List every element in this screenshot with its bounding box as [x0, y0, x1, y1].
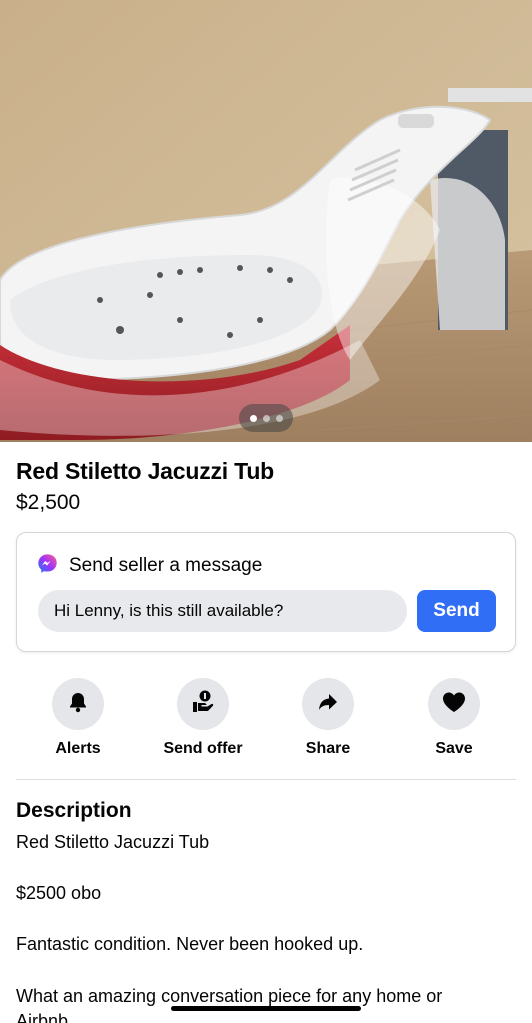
alerts-label: Alerts [55, 740, 101, 757]
send-offer-button[interactable]: Send offer [148, 678, 258, 758]
message-input[interactable]: Hi Lenny, is this still available? [38, 590, 407, 632]
alerts-button[interactable]: Alerts [23, 678, 133, 758]
listing-photo[interactable] [0, 0, 532, 442]
send-offer-label: Send offer [163, 740, 243, 757]
send-offer-circle[interactable] [177, 678, 229, 730]
action-row: Alerts Send offer Share Save [0, 678, 532, 762]
share-button[interactable]: Share [273, 678, 383, 758]
save-button[interactable]: Save [399, 678, 509, 758]
heart-icon [441, 690, 467, 719]
listing-title: Red Stiletto Jacuzzi Tub [16, 458, 275, 484]
alerts-circle[interactable] [52, 678, 104, 730]
image-pager[interactable] [239, 404, 293, 432]
pager-dot[interactable] [275, 414, 283, 422]
pager-dot[interactable] [262, 414, 270, 422]
home-indicator[interactable] [171, 1006, 361, 1011]
share-circle[interactable] [302, 678, 354, 730]
description-line: Fantastic condition. Never been hooked u… [16, 934, 364, 954]
description-line: What an amazing conversation piece for a… [16, 986, 443, 1006]
bell-icon [66, 690, 90, 719]
share-arrow-icon [316, 690, 340, 719]
save-label: Save [435, 740, 473, 757]
message-card-title: Send seller a message [69, 555, 263, 576]
divider [16, 779, 516, 780]
description-line: Airbnb [16, 1011, 69, 1023]
messenger-icon [37, 553, 58, 579]
pager-dot[interactable] [249, 414, 257, 422]
send-button[interactable]: Send [417, 590, 496, 632]
description-line: $2500 obo [16, 883, 102, 903]
description-line: Red Stiletto Jacuzzi Tub [16, 832, 210, 852]
listing-price: $2,500 [16, 491, 81, 514]
share-label: Share [305, 740, 351, 757]
description-heading: Description [16, 799, 132, 822]
message-seller-card: Send seller a message Hi Lenny, is this … [16, 532, 516, 652]
message-card-header: Send seller a message [37, 553, 262, 579]
jacuzzi-tub-image [0, 0, 532, 442]
send-offer-icon [190, 689, 216, 720]
save-circle[interactable] [428, 678, 480, 730]
